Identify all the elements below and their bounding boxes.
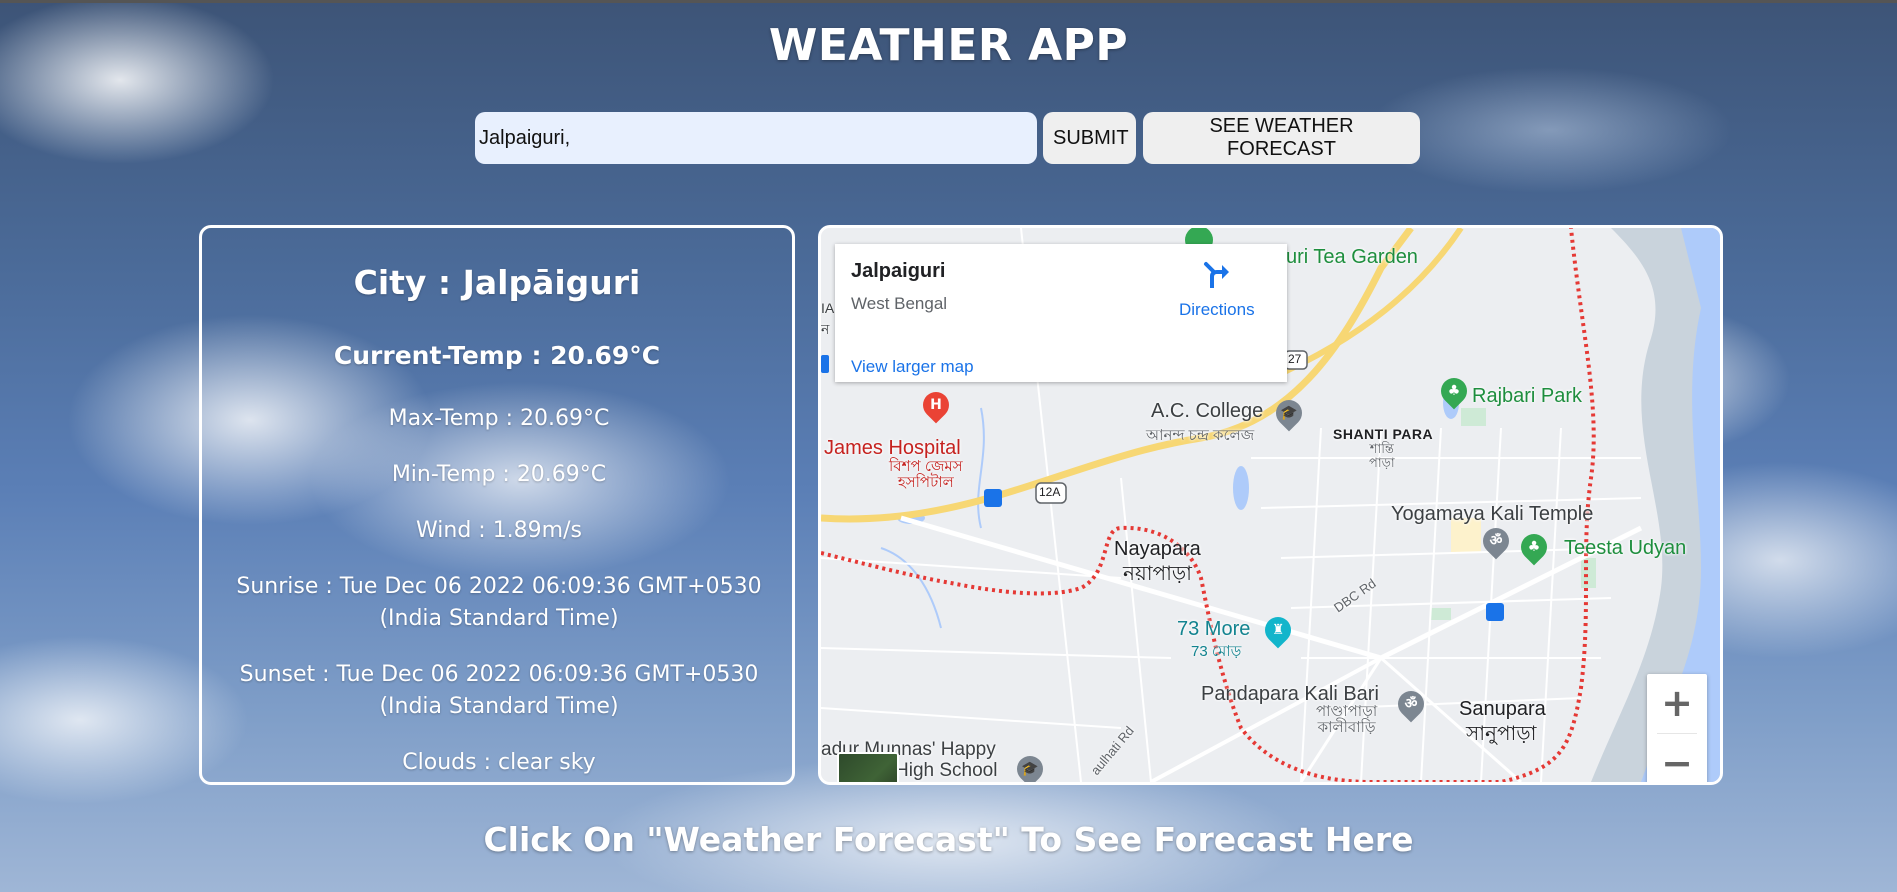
max-temp: Max-Temp : 20.69°C [388, 406, 610, 431]
shanti-para-label: SHANTI PARA [1333, 426, 1434, 442]
rajbari-park-label: Rajbari Park [1472, 385, 1583, 407]
submit-button[interactable]: SUBMIT [1043, 112, 1136, 164]
ac-college-bn-label: আনন্দ চন্দ্র কলেজ [1146, 427, 1255, 444]
map-place-title: Jalpaiguri [851, 260, 946, 282]
forecast-hint-text: Click On "Weather Forecast" To See Forec… [483, 820, 1414, 859]
73-more-label: 73 More [1177, 618, 1251, 640]
landmark-icon[interactable]: ♜ [1259, 611, 1297, 649]
map-info-card: Jalpaiguri West Bengal Directions View l… [835, 244, 1287, 382]
zoom-out-button[interactable]: − [1647, 734, 1707, 782]
window-top-border [0, 0, 1897, 3]
road-27-label: 27 [1288, 352, 1302, 366]
current-temp: Current-Temp : 20.69°C [333, 341, 661, 370]
app-title: WEATHER APP [768, 20, 1129, 71]
weather-info-card: City : Jalpāiguri Current-Temp : 20.69°C… [199, 225, 795, 785]
view-larger-map-link[interactable]: View larger map [851, 357, 974, 377]
map-place-subtitle: West Bengal [851, 294, 948, 313]
nayapara-label: Nayapara [1114, 538, 1201, 560]
yogamaya-kali-temple-label: Yogamaya Kali Temple [1391, 503, 1594, 525]
tea-garden-label: uri Tea Garden [1286, 246, 1418, 268]
pandapara-bn-label: পাণ্ডাপাড়া কালীবাড়ি [1316, 703, 1378, 736]
sunset-time: Sunset : Tue Dec 06 2022 06:09:36 GMT+05… [239, 662, 759, 719]
zoom-in-button[interactable]: + [1647, 674, 1707, 732]
high-school-label: High School [895, 760, 998, 781]
73-more-bn-label: 73 মোড় [1191, 643, 1242, 660]
nayapara-bn-label: নয়াপাড়া [1123, 563, 1192, 585]
see-weather-forecast-button[interactable]: SEE WEATHER FORECAST [1143, 112, 1420, 164]
satellite-view-toggle[interactable] [837, 752, 899, 782]
cloud-condition: Clouds : clear sky [402, 750, 596, 775]
shanti-para-bn-label: শান্তি পাড়া [1369, 441, 1395, 470]
wind-speed: Wind : 1.89m/s [416, 518, 582, 543]
school-icon[interactable]: 🎓 [1270, 394, 1308, 432]
embedded-map[interactable]: 12A 27 uri Tea Garden A.C. College আনন্দ… [818, 225, 1723, 785]
teesta-udyan-pin-icon[interactable]: ♣ [1515, 528, 1553, 566]
min-temp: Min-Temp : 20.69°C [391, 462, 607, 487]
directions-link[interactable]: Directions [1179, 300, 1255, 320]
james-hospital-label: James Hospital [824, 437, 961, 459]
directions-icon[interactable] [1202, 260, 1232, 290]
city-name: City : Jalpāiguri [353, 263, 641, 302]
road-12a-label: 12A [1039, 485, 1061, 499]
kali-bari-temple-icon[interactable]: ॐ [1392, 685, 1430, 723]
sunrise-time: Sunrise : Tue Dec 06 2022 06:09:36 GMT+0… [236, 574, 762, 631]
park-icon[interactable]: ♣ [1435, 372, 1473, 410]
hospital-icon[interactable]: H [917, 386, 955, 424]
left-edge-label: IA [821, 300, 835, 316]
sanupara-bn-label: সানুপাড়া [1466, 723, 1537, 745]
high-school-icon[interactable]: 🎓 [1011, 750, 1049, 782]
temple-icon[interactable]: ॐ [1477, 522, 1515, 560]
teesta-udyan-label: Teesta Udyan [1564, 537, 1687, 559]
left-edge-bn-label: ন [821, 321, 830, 337]
city-search-input[interactable] [475, 112, 1037, 164]
map-zoom-controls: + − [1647, 674, 1707, 782]
ac-college-label: A.C. College [1151, 400, 1264, 422]
sanupara-label: Sanupara [1459, 698, 1546, 720]
james-hospital-bn-label: বিশপ জেমস হসপিটাল [889, 458, 963, 491]
